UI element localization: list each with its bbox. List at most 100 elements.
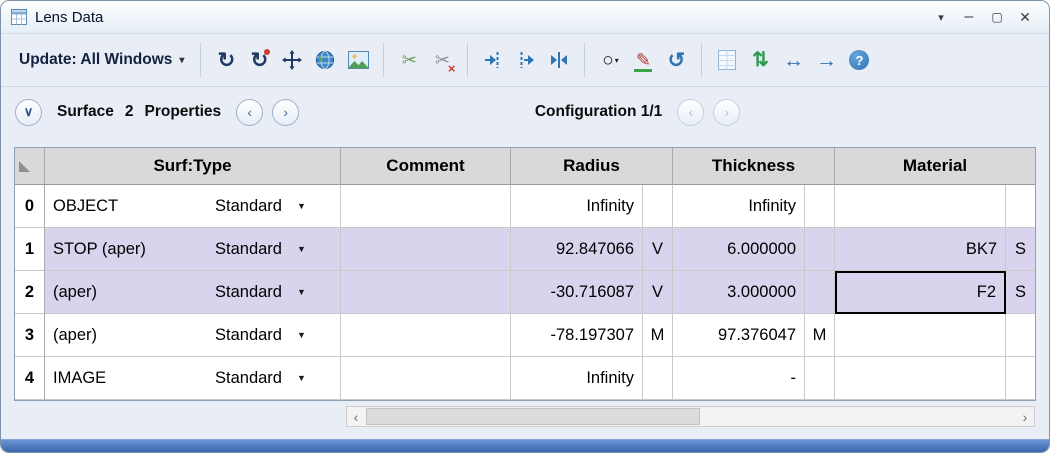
prev-configuration-button[interactable]: ‹ (677, 99, 704, 126)
swap-arrows-icon[interactable]: ⇅ (745, 45, 775, 75)
thickness-solve-flag[interactable] (805, 271, 835, 314)
radius-cell[interactable]: Infinity (511, 185, 643, 228)
minimize-button[interactable]: – (955, 5, 983, 29)
scroll-right-button[interactable]: › (1016, 407, 1034, 426)
row-number[interactable]: 1 (15, 228, 45, 271)
window-menu-button[interactable]: ▾ (927, 5, 955, 29)
thickness-cell[interactable]: Infinity (673, 185, 805, 228)
radius-solve-flag[interactable]: V (643, 228, 673, 271)
thickness-cell[interactable]: 97.376047 (673, 314, 805, 357)
column-header-thickness[interactable]: Thickness (673, 148, 835, 185)
surface-type-dropdown[interactable]: Standard ▼ (211, 185, 341, 228)
column-header-material[interactable]: Material (835, 148, 1035, 185)
radius-cell[interactable]: 92.847066 (511, 228, 643, 271)
thickness-solve-flag[interactable] (805, 185, 835, 228)
material-cell[interactable] (835, 357, 1006, 400)
scrollbar-track[interactable] (365, 407, 1016, 426)
radius-solve-flag[interactable] (643, 357, 673, 400)
goto-arrow-icon[interactable]: → (811, 45, 841, 75)
material-cell-selected[interactable]: F2 (835, 271, 1006, 314)
delete-surface-icon[interactable] (544, 45, 574, 75)
aperture-type-icon[interactable]: ○ ▾ (595, 45, 625, 75)
surface-type-label: Standard (215, 326, 282, 345)
image-icon[interactable] (343, 45, 373, 75)
material-cell[interactable] (835, 314, 1006, 357)
thickness-solve-flag[interactable] (805, 357, 835, 400)
scrollbar-thumb[interactable] (366, 408, 700, 425)
chevron-down-icon: ▼ (297, 201, 306, 211)
spreadsheet-icon[interactable] (712, 45, 742, 75)
thickness-solve-flag[interactable]: M (805, 314, 835, 357)
toolbar: Update: All Windows ▾ ↻ ↻ ✂ ✂× ○ (1, 34, 1049, 87)
surface-type-dropdown[interactable]: Standard ▼ (211, 314, 341, 357)
column-header-radius[interactable]: Radius (511, 148, 673, 185)
surface-name-cell[interactable]: OBJECT (45, 185, 211, 228)
scissors-icon[interactable]: ✂ (394, 45, 424, 75)
update-icon[interactable]: ↻ (244, 45, 274, 75)
radius-cell[interactable]: -78.197307 (511, 314, 643, 357)
surface-type-dropdown[interactable]: Standard ▼ (211, 357, 341, 400)
update-mode-label: Update: All Windows (19, 51, 172, 69)
material-solve-flag[interactable]: S (1006, 271, 1035, 314)
surface-name-cell[interactable]: (aper) (45, 314, 211, 357)
icon-glyph: ↻ (218, 50, 236, 71)
surface-name-cell[interactable]: STOP (aper) (45, 228, 211, 271)
thickness-cell[interactable]: 6.000000 (673, 228, 805, 271)
surface-name-cell[interactable]: IMAGE (45, 357, 211, 400)
comment-cell[interactable] (341, 271, 511, 314)
move-crosshair-icon[interactable] (277, 45, 307, 75)
surface-type-label: Standard (215, 283, 282, 302)
update-all-windows-icon[interactable]: ↻ (211, 45, 241, 75)
radius-cell[interactable]: -30.716087 (511, 271, 643, 314)
row-number[interactable]: 3 (15, 314, 45, 357)
toolbar-separator (383, 43, 384, 77)
material-solve-flag[interactable] (1006, 185, 1035, 228)
material-cell[interactable]: BK7 (835, 228, 1006, 271)
material-solve-flag[interactable] (1006, 357, 1035, 400)
prev-surface-button[interactable]: ‹ (236, 99, 263, 126)
surface-type-dropdown[interactable]: Standard ▼ (211, 271, 341, 314)
chevron-down-icon: ▼ (297, 373, 306, 383)
row-number[interactable]: 0 (15, 185, 45, 228)
curved-arrow-icon[interactable]: ↺ (661, 45, 691, 75)
surface-label: Surface (57, 103, 114, 121)
comment-cell[interactable] (341, 314, 511, 357)
horizontal-scrollbar[interactable]: ‹ › (346, 406, 1035, 427)
thickness-solve-flag[interactable] (805, 228, 835, 271)
radius-solve-flag[interactable]: M (643, 314, 673, 357)
column-header-surf-type[interactable]: Surf:Type (45, 148, 341, 185)
comment-cell[interactable] (341, 185, 511, 228)
update-mode-dropdown[interactable]: Update: All Windows ▾ (13, 47, 190, 73)
radius-solve-flag[interactable] (643, 185, 673, 228)
table-corner-cell[interactable] (15, 148, 45, 185)
insert-surface-icon[interactable] (478, 45, 508, 75)
radius-solve-flag[interactable]: V (643, 271, 673, 314)
surface-name-cell[interactable]: (aper) (45, 271, 211, 314)
next-surface-button[interactable]: › (272, 99, 299, 126)
next-configuration-button[interactable]: › (713, 99, 740, 126)
surface-type-dropdown[interactable]: Standard ▼ (211, 228, 341, 271)
comment-cell[interactable] (341, 357, 511, 400)
row-number[interactable]: 2 (15, 271, 45, 314)
edit-pencil-icon[interactable]: ✎ (628, 45, 658, 75)
maximize-button[interactable]: ▢ (983, 5, 1011, 29)
globe-icon[interactable] (310, 45, 340, 75)
column-header-comment[interactable]: Comment (341, 148, 511, 185)
surface-properties-expander[interactable]: ∨ (15, 99, 42, 126)
insert-surface-after-icon[interactable] (511, 45, 541, 75)
thickness-cell[interactable]: 3.000000 (673, 271, 805, 314)
scroll-left-button[interactable]: ‹ (347, 407, 365, 426)
material-solve-flag[interactable] (1006, 314, 1035, 357)
comment-cell[interactable] (341, 228, 511, 271)
close-button[interactable]: ✕ (1011, 5, 1039, 29)
double-arrow-icon[interactable]: ↔ (778, 45, 808, 75)
radius-cell[interactable]: Infinity (511, 357, 643, 400)
material-cell[interactable] (835, 185, 1006, 228)
help-icon[interactable]: ? (844, 45, 874, 75)
scissors-red-icon[interactable]: ✂× (427, 45, 457, 75)
row-number[interactable]: 4 (15, 357, 45, 400)
material-solve-flag[interactable]: S (1006, 228, 1035, 271)
red-x-badge: × (448, 62, 456, 75)
title-bar[interactable]: Lens Data ▾ – ▢ ✕ (1, 1, 1049, 34)
thickness-cell[interactable]: - (673, 357, 805, 400)
